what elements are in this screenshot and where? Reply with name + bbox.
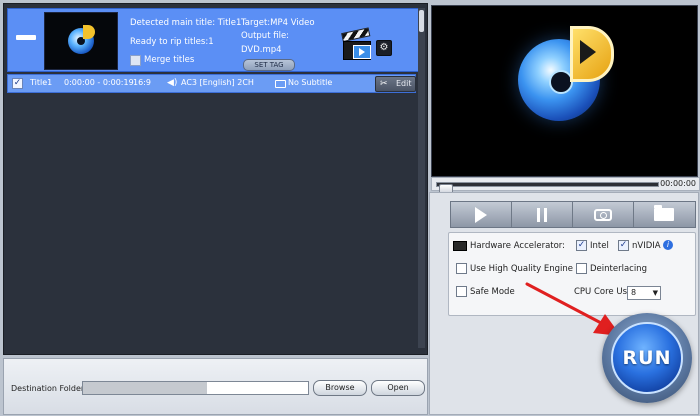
nvidia-label: nVIDIA (632, 241, 661, 251)
merge-titles-label: Merge titles (144, 55, 195, 65)
pause-icon (537, 207, 547, 222)
intel-checkbox[interactable]: ✓ (576, 240, 587, 251)
seek-bar: 00:00:00 (431, 177, 700, 195)
collapse-icon[interactable] (16, 35, 36, 40)
folder-icon (654, 205, 674, 221)
output-file-name: DVD.mp4 (241, 45, 282, 55)
list-scrollbar[interactable] (418, 8, 425, 348)
edit-button[interactable]: ✂ Edit (375, 76, 416, 92)
chip-icon (453, 241, 467, 251)
open-button[interactable]: Open (371, 380, 425, 396)
video-preview (431, 5, 698, 177)
intel-label: Intel (590, 241, 609, 251)
video-format-icon[interactable] (341, 27, 371, 60)
subtitle-icon (275, 80, 286, 88)
pause-button[interactable] (512, 202, 573, 227)
title-name: Title1 (30, 78, 53, 87)
source-item[interactable]: Detected main title: Title1 Ready to rip… (7, 8, 422, 72)
set-tag-button[interactable]: SET TAG (243, 59, 295, 71)
source-thumbnail (44, 12, 118, 70)
scissors-icon: ✂ (380, 79, 388, 89)
cpu-core-value: 8 (631, 288, 637, 297)
scrollbar-thumb[interactable] (419, 10, 424, 32)
run-label: RUN (622, 347, 672, 369)
chevron-down-icon: ▼ (652, 289, 658, 297)
detected-title-text: Detected main title: Title1 (130, 18, 242, 28)
ready-titles-text: Ready to rip titles:1 (130, 37, 214, 47)
play-logo-icon (570, 26, 614, 82)
run-button[interactable]: RUN (602, 313, 692, 403)
gear-icon[interactable]: ⚙ (376, 40, 392, 56)
destination-path-redacted (83, 382, 207, 394)
safe-mode-label: Safe Mode (470, 287, 515, 297)
destination-folder-input[interactable] (82, 381, 309, 395)
transport-controls (450, 201, 696, 228)
clapperboard-top (341, 27, 371, 42)
destination-folder-label: Destination Folder: (11, 384, 87, 393)
high-quality-engine-label: Use High Quality Engine (470, 264, 574, 274)
screen-play-icon (353, 45, 371, 59)
title-time-range: 0:00:00 - 0:00:19 (64, 78, 134, 87)
edit-label: Edit (396, 79, 412, 88)
high-quality-engine-checkbox[interactable] (456, 263, 467, 274)
output-file-label: Output file: (241, 31, 290, 41)
play-button[interactable] (451, 202, 512, 227)
hardware-accelerator-label: Hardware Accelerator: (470, 241, 566, 251)
deinterlacing-checkbox[interactable] (576, 263, 587, 274)
destination-bar: Destination Folder: Browse Open (3, 358, 428, 415)
audio-track[interactable]: AC3 [English] 2CH (181, 78, 254, 87)
deinterlacing-label: Deinterlacing (590, 264, 647, 274)
camera-icon (594, 208, 612, 221)
play-icon (475, 206, 487, 223)
title-row[interactable]: ✓ Title1 0:00:00 - 0:00:19 16:9 ◀) AC3 [… (7, 74, 416, 93)
cpu-core-select[interactable]: 8 ▼ (627, 286, 661, 300)
open-folder-button[interactable] (634, 202, 694, 227)
safe-mode-checkbox[interactable] (456, 286, 467, 297)
info-icon[interactable]: i (663, 240, 673, 250)
subtitle-track[interactable]: No Subtitle (288, 78, 332, 87)
merge-titles-checkbox[interactable] (130, 55, 141, 66)
title-aspect: 16:9 (133, 78, 151, 87)
title-list-panel: Detected main title: Title1 Ready to rip… (3, 3, 428, 355)
target-format-text: Target:MP4 Video (241, 18, 315, 28)
browse-button[interactable]: Browse (313, 380, 367, 396)
playback-time: 00:00:00 (660, 179, 696, 188)
seek-track[interactable] (436, 182, 659, 195)
nvidia-checkbox[interactable]: ✓ (618, 240, 629, 251)
snapshot-button[interactable] (573, 202, 634, 227)
run-button-face[interactable]: RUN (611, 322, 683, 394)
title-checkbox[interactable]: ✓ (12, 78, 23, 89)
speaker-icon: ◀) (167, 78, 178, 88)
